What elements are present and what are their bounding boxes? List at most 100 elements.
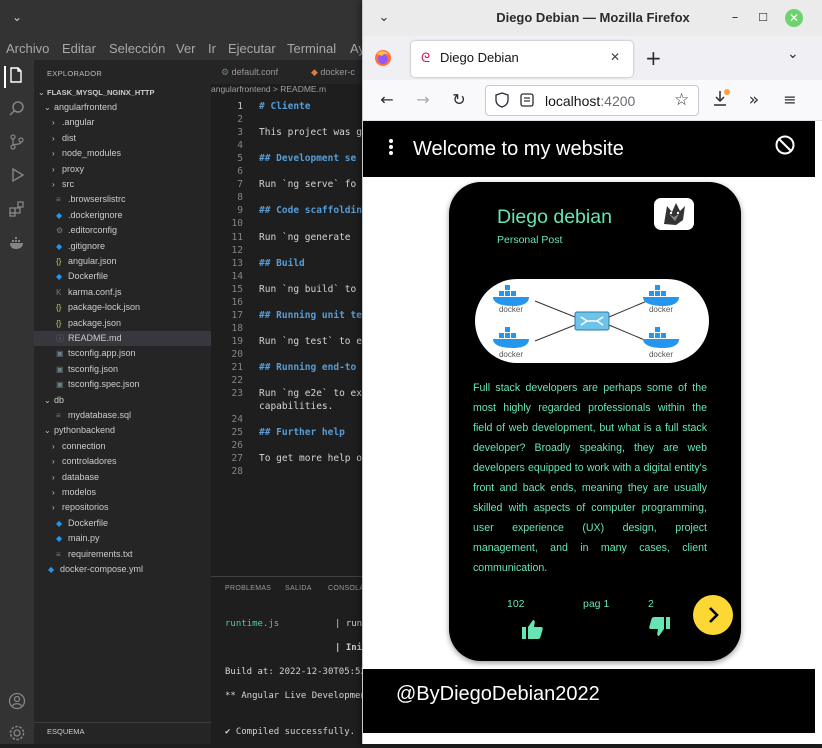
- sidebar-item[interactable]: ◆ Dockerfile: [34, 269, 211, 284]
- sidebar-item[interactable]: › src: [34, 177, 211, 192]
- overflow-menu-icon[interactable]: »: [743, 89, 765, 111]
- line-number: 25: [231, 427, 243, 439]
- sidebar-item[interactable]: {} package.json: [34, 316, 211, 331]
- tab-consola[interactable]: CONSOLA: [328, 585, 364, 592]
- page-info-icon[interactable]: [519, 92, 535, 108]
- sidebar-item[interactable]: › dist: [34, 131, 211, 146]
- sidebar-item[interactable]: ◆ .dockerignore: [34, 208, 211, 223]
- reload-icon[interactable]: ↻: [448, 89, 470, 111]
- menu-ir[interactable]: Ir: [208, 41, 216, 56]
- run-debug-icon[interactable]: [6, 166, 28, 188]
- menu-ver[interactable]: Ver: [176, 41, 196, 56]
- settings-gear-icon[interactable]: [6, 724, 28, 746]
- block-icon[interactable]: [774, 134, 796, 156]
- sidebar-item-label: src: [62, 179, 74, 189]
- tab-default-conf[interactable]: ⚙ default.conf: [221, 60, 278, 84]
- menu-terminal[interactable]: Terminal: [287, 41, 336, 56]
- next-page-button[interactable]: [693, 595, 733, 635]
- chevron-down-icon[interactable]: ⌄: [12, 10, 22, 24]
- url-bar[interactable]: localhost:4200 ☆: [485, 85, 699, 116]
- menu-archivo[interactable]: Archivo: [6, 41, 49, 56]
- maximize-button[interactable]: ☐: [754, 9, 772, 27]
- back-arrow-icon[interactable]: ←: [376, 89, 398, 111]
- like-count: 102: [507, 598, 525, 610]
- sidebar-item[interactable]: › node_modules: [34, 146, 211, 161]
- chevron-right-icon: ›: [52, 457, 55, 467]
- sidebar-item[interactable]: ▣ tsconfig.json: [34, 362, 211, 377]
- forward-arrow-icon[interactable]: →: [412, 89, 434, 111]
- sidebar-item[interactable]: ⌄ pythonbackend: [34, 423, 211, 438]
- list-all-tabs-chevron-icon[interactable]: ⌄: [787, 46, 799, 62]
- sidebar-item[interactable]: › repositorios: [34, 500, 211, 515]
- sidebar-item[interactable]: ▣ tsconfig.spec.json: [34, 377, 211, 392]
- project-root[interactable]: ⌄ FLASK_MYSQL_NGINX_HTTP: [34, 85, 211, 100]
- sidebar-item[interactable]: ◆ .gitignore: [34, 239, 211, 254]
- sidebar-item-label: node_modules: [62, 148, 122, 159]
- outline-section[interactable]: ESQUEMA: [34, 722, 211, 744]
- menu-editar[interactable]: Editar: [62, 41, 96, 56]
- more-vert-icon[interactable]: [387, 137, 395, 157]
- sidebar-item[interactable]: ≡ .browserslistrc: [34, 192, 211, 207]
- sidebar-item[interactable]: ◆ docker-compose.yml: [34, 562, 211, 577]
- docker-icon[interactable]: [6, 234, 28, 256]
- post-card: Diego debian Personal Post docker docker…: [449, 182, 741, 661]
- tab-problemas[interactable]: PROBLEMAS: [225, 585, 271, 592]
- sidebar-item[interactable]: › connection: [34, 439, 211, 454]
- bookmark-star-icon[interactable]: ☆: [674, 90, 689, 110]
- downloads-icon[interactable]: [711, 88, 731, 110]
- avatar[interactable]: [654, 198, 694, 230]
- sidebar-item[interactable]: {} package-lock.json: [34, 300, 211, 315]
- firefox-logo-icon[interactable]: [374, 49, 392, 67]
- chevron-down-icon: ⌄: [44, 395, 51, 405]
- sidebar-item[interactable]: ≡ mydatabase.sql: [34, 408, 211, 423]
- thumb-down-icon[interactable]: [647, 616, 671, 638]
- tab-salida[interactable]: SALIDA: [285, 585, 312, 592]
- shield-icon[interactable]: [494, 92, 510, 108]
- file-icon: ◆: [56, 534, 63, 544]
- sidebar-item[interactable]: › modelos: [34, 485, 211, 500]
- minimize-button[interactable]: –: [726, 9, 744, 27]
- close-button[interactable]: ✕: [785, 9, 803, 27]
- chevron-down-icon: ⌄: [44, 103, 51, 112]
- sidebar-item[interactable]: ⌄ db: [34, 393, 211, 408]
- browser-tab[interactable]: ᘓ Diego Debian ✕: [411, 41, 633, 77]
- sidebar-item[interactable]: ◆ Dockerfile: [34, 516, 211, 531]
- sidebar-item[interactable]: ⚙ .editorconfig: [34, 223, 211, 238]
- sidebar-item[interactable]: ⓘ README.md: [34, 331, 211, 346]
- close-tab-icon[interactable]: ✕: [610, 50, 620, 64]
- hamburger-menu-icon[interactable]: ≡: [779, 89, 801, 111]
- explorer-icon[interactable]: [4, 66, 26, 88]
- sidebar-item-label: requirements.txt: [68, 548, 133, 559]
- menu-ejecutar[interactable]: Ejecutar: [228, 41, 276, 56]
- sidebar-item[interactable]: › database: [34, 470, 211, 485]
- file-icon: ◆: [56, 272, 63, 282]
- code-editor[interactable]: 1 # Cliente 2 3 This project was g 4 5 ## Devel…: [211, 98, 371, 568]
- sidebar-item[interactable]: ⌄ angularfrontend: [34, 100, 211, 115]
- sidebar-item[interactable]: {} angular.json: [34, 254, 211, 269]
- new-tab-button[interactable]: +: [645, 46, 662, 70]
- sidebar-item[interactable]: › proxy: [34, 162, 211, 177]
- sidebar-item[interactable]: › .angular: [34, 115, 211, 130]
- code-line: 7 Run `ng serve` fo: [211, 178, 371, 191]
- tab-docker-compose[interactable]: ◆ docker-c: [311, 60, 355, 84]
- sidebar-item-label: Dockerfile: [68, 517, 109, 528]
- account-icon[interactable]: [6, 692, 28, 714]
- sidebar-item[interactable]: Kkarma.conf.js: [34, 285, 211, 300]
- sidebar-item[interactable]: › controladores: [34, 454, 211, 469]
- extensions-icon[interactable]: [6, 200, 28, 222]
- breadcrumb[interactable]: angularfrontend > README.m: [211, 84, 326, 94]
- sidebar-item[interactable]: ◆ main.py: [34, 531, 211, 546]
- docker-label: docker: [499, 305, 523, 314]
- code-line: 19 Run `ng test` to e: [211, 335, 371, 348]
- code-line: 25 ## Further help: [211, 426, 371, 439]
- sidebar-item[interactable]: ▣ tsconfig.app.json: [34, 346, 211, 361]
- source-control-icon[interactable]: [6, 133, 28, 155]
- thumb-up-icon[interactable]: [521, 618, 545, 640]
- code-text: ## Further help: [259, 427, 345, 439]
- firefox-titlebar: ⌄ Diego Debian — Mozilla Firefox – ☐ ✕: [363, 0, 822, 36]
- sidebar-item-label: .editorconfig: [68, 225, 118, 236]
- sidebar-item-label: tsconfig.spec.json: [68, 379, 140, 390]
- menu-seleccion[interactable]: Selección: [109, 41, 165, 56]
- sidebar-item[interactable]: ≡ requirements.txt: [34, 547, 211, 562]
- search-icon[interactable]: [6, 100, 28, 122]
